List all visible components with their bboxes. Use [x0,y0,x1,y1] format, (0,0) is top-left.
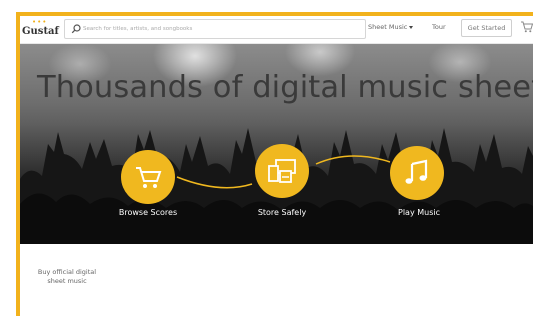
cutoff-text [38,312,98,316]
feature-circle [255,144,309,198]
feature-label-play-music: Play Music [398,208,440,217]
content-section: Buy official digital sheet music [20,244,533,316]
site-header: ••• Gustaf Sheet Music Tour Get Started [20,16,533,44]
search-icon[interactable] [70,23,82,35]
hero-banner: Thousands of digital music sheets Browse… [20,44,533,244]
feature-label-browse-scores: Browse Scores [118,208,178,217]
nav-tour[interactable]: Tour [432,23,446,31]
tagline-text: Buy official digital sheet music [37,268,97,285]
nav-sheet-music[interactable]: Sheet Music [368,23,414,31]
logo-dots: ••• [32,18,48,26]
nav-sheet-music-label: Sheet Music [368,23,408,31]
chevron-down-icon [409,25,414,29]
feature-circle [390,146,444,200]
hero-title: Thousands of digital music sheets [37,70,533,105]
cart-icon[interactable] [520,20,533,34]
logo-text: Gustaf [22,26,59,37]
get-started-button[interactable]: Get Started [461,19,512,37]
cart-icon [136,167,162,188]
search-input[interactable] [83,21,361,37]
logo[interactable]: ••• Gustaf [22,18,59,42]
feature-label-store-safely: Store Safely [257,208,307,217]
search-bar [64,19,366,39]
devices-icon [268,159,296,183]
feature-circle [121,150,175,204]
music-note-icon [405,159,428,184]
